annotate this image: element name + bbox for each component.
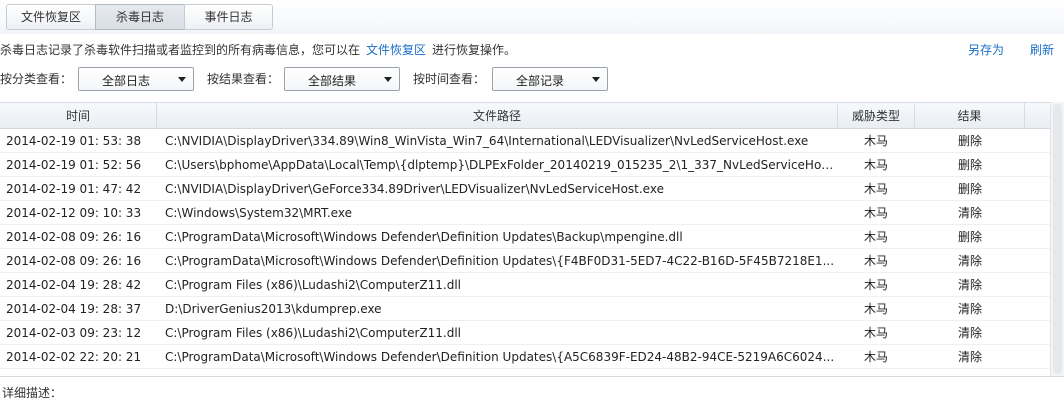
- detail-panel: 详细描述：: [0, 376, 1064, 403]
- row-file-path: C:\Windows\System32\MRT.exe: [165, 206, 352, 220]
- row-file-path: C:\ProgramData\Microsoft\Windows Defende…: [165, 254, 835, 268]
- row-time: 2014-02-19 01: 52: 56: [6, 158, 142, 172]
- row-threat-type: 木马: [863, 134, 888, 148]
- row-time: 2014-02-04 19: 28: 37: [6, 302, 142, 316]
- row-result: 清除: [957, 302, 982, 316]
- row-result: 清除: [957, 350, 982, 364]
- row-threat-type: 木马: [863, 278, 888, 292]
- row-result: 删除: [957, 134, 982, 148]
- row-file-path: C:\Program Files (x86)\Ludashi2\Computer…: [165, 326, 461, 340]
- save-as-link[interactable]: 另存为: [968, 42, 1004, 58]
- result-filter-select[interactable]: 全部结果: [284, 67, 400, 91]
- chevron-down-icon: [592, 77, 600, 82]
- table-row[interactable]: 2014-02-04 19: 28: 42 C:\Program Files (x…: [0, 273, 1050, 297]
- row-result: 删除: [957, 230, 982, 244]
- row-threat-type: 木马: [863, 206, 888, 220]
- tab-event-log[interactable]: 事件日志: [184, 4, 273, 30]
- row-file-path: C:\NVIDIA\DisplayDriver\334.89\Win8_WinV…: [165, 134, 809, 148]
- category-filter-value: 全部日志: [101, 74, 150, 88]
- category-filter-select[interactable]: 全部日志: [78, 67, 194, 91]
- row-file-path: C:\Users\bphome\AppData\Local\Temp\{dlpt…: [165, 158, 837, 172]
- table-row[interactable]: 2014-02-19 01: 52: 56 C:\Users\bphome\App…: [0, 153, 1050, 177]
- row-time: 2014-02-19 01: 47: 42: [6, 182, 142, 196]
- row-file-path: C:\ProgramData\Microsoft\Windows Defende…: [165, 350, 835, 364]
- result-filter-label: 按结果查看：: [207, 72, 280, 86]
- row-result: 清除: [957, 206, 982, 220]
- row-time: 2014-02-03 09: 23: 12: [6, 326, 142, 340]
- row-threat-type: 木马: [863, 302, 888, 316]
- header-file-path[interactable]: 文件路径: [157, 103, 838, 129]
- tab-file-recovery[interactable]: 文件恢复区: [6, 4, 96, 30]
- refresh-link[interactable]: 刷新: [1030, 42, 1054, 58]
- row-time: 2014-02-08 09: 26: 16: [6, 254, 142, 268]
- tab-antivirus-log[interactable]: 杀毒日志: [95, 4, 185, 30]
- row-file-path: C:\ProgramData\Microsoft\Windows Defende…: [165, 230, 683, 244]
- tab-bar: 文件恢复区 杀毒日志 事件日志: [0, 0, 1064, 34]
- table-row[interactable]: 2014-02-19 01: 53: 38 C:\NVIDIA\DisplayDr…: [0, 129, 1050, 153]
- row-file-path: C:\Program Files (x86)\Ludashi2\Computer…: [165, 278, 461, 292]
- time-filter-label: 按时间查看：: [413, 72, 486, 86]
- result-filter-value: 全部结果: [307, 74, 356, 88]
- table-header: 时间 文件路径 威胁类型 结果: [0, 103, 1050, 129]
- row-result: 删除: [957, 182, 982, 196]
- table-row[interactable]: 2014-02-08 09: 26: 16 C:\ProgramData\Micr…: [0, 225, 1050, 249]
- row-file-path: D:\DriverGenius2013\kdumprep.exe: [165, 302, 382, 316]
- category-filter-label: 按分类查看：: [0, 72, 73, 86]
- row-threat-type: 木马: [863, 326, 888, 340]
- table-row[interactable]: 2014-02-02 22: 20: 21 C:\ProgramData\Micr…: [0, 345, 1050, 369]
- row-time: 2014-02-02 22: 20: 21: [6, 350, 142, 364]
- chevron-down-icon: [384, 77, 392, 82]
- header-threat-type[interactable]: 威胁类型: [838, 103, 915, 129]
- row-file-path: C:\NVIDIA\DisplayDriver\GeForce334.89Dri…: [165, 182, 664, 196]
- row-threat-type: 木马: [863, 254, 888, 268]
- header-result[interactable]: 结果: [915, 103, 1025, 129]
- info-text: 杀毒日志记录了杀毒软件扫描或者监控到的所有病毒信息，您可以在 文件恢复区 进行恢复操…: [0, 42, 516, 58]
- info-text-before: 杀毒日志记录了杀毒软件扫描或者监控到的所有病毒信息，您可以在: [0, 43, 361, 57]
- table-row[interactable]: 2014-02-19 01: 47: 42 C:\NVIDIA\DisplayDr…: [0, 177, 1050, 201]
- row-time: 2014-02-12 09: 10: 33: [6, 206, 142, 220]
- row-time: 2014-02-19 01: 53: 38: [6, 134, 142, 148]
- row-result: 清除: [957, 278, 982, 292]
- table-row[interactable]: 2014-02-12 09: 10: 33 C:\Windows\System32…: [0, 201, 1050, 225]
- scrollbar-thumb[interactable]: [1053, 104, 1062, 374]
- info-text-after: 进行恢复操作。: [432, 43, 517, 57]
- row-threat-type: 木马: [863, 158, 888, 172]
- header-time[interactable]: 时间: [0, 103, 157, 129]
- row-result: 清除: [957, 326, 982, 340]
- table-row[interactable]: 2014-02-08 09: 26: 16 C:\ProgramData\Micr…: [0, 249, 1050, 273]
- time-filter-select[interactable]: 全部记录: [492, 67, 608, 91]
- row-result: 删除: [957, 158, 982, 172]
- detail-label: 详细描述：: [2, 386, 63, 400]
- table-row[interactable]: 2014-02-04 19: 28: 37 D:\DriverGenius2013…: [0, 297, 1050, 321]
- table-scrollbar[interactable]: [1050, 102, 1064, 376]
- table-body: 2014-02-19 01: 53: 38 C:\NVIDIA\DisplayDr…: [0, 129, 1050, 376]
- row-time: 2014-02-08 09: 26: 16: [6, 230, 142, 244]
- row-threat-type: 木马: [863, 182, 888, 196]
- row-result: 清除: [957, 254, 982, 268]
- log-table: 时间 文件路径 威胁类型 结果 2014-02-19 01: 53: 38 C:\…: [0, 102, 1050, 376]
- table-row[interactable]: 2014-02-03 09: 23: 12 C:\Program Files (x…: [0, 321, 1050, 345]
- chevron-down-icon: [178, 77, 186, 82]
- row-threat-type: 木马: [863, 350, 888, 364]
- recovery-area-link[interactable]: 文件恢复区: [366, 43, 426, 57]
- time-filter-value: 全部记录: [515, 74, 564, 88]
- row-threat-type: 木马: [863, 230, 888, 244]
- row-time: 2014-02-04 19: 28: 42: [6, 278, 142, 292]
